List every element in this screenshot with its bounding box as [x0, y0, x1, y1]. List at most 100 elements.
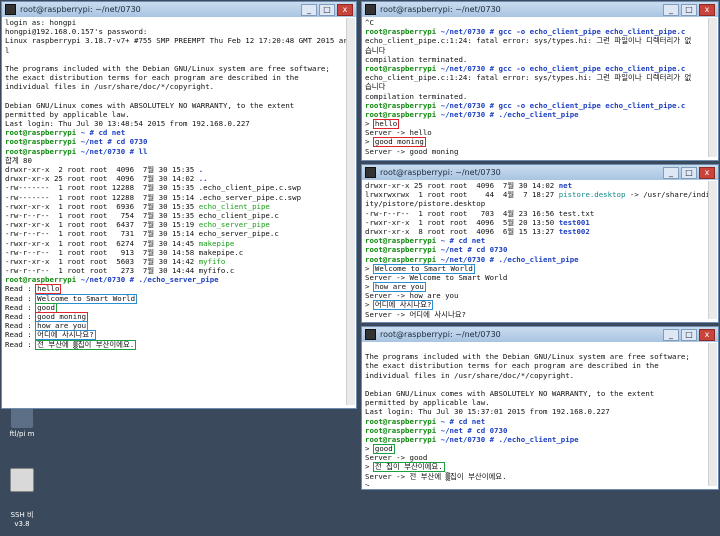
terminal-text: compilation terminated. — [365, 55, 467, 64]
terminal-text: 습니다 — [365, 82, 385, 91]
terminal-text: ~/net # cd 0730 — [76, 137, 147, 146]
terminal-text: l — [5, 46, 9, 55]
window-title: root@raspberrypi: ~/net/0730 — [380, 168, 663, 177]
terminal-line: Server -> how are you — [365, 291, 708, 300]
terminal-text: hongpi@192.168.0.157's password: — [5, 27, 147, 36]
terminal-line: root@raspberrypi ~ # cd net — [365, 236, 708, 245]
maximize-button[interactable]: □ — [681, 329, 697, 341]
maximize-button[interactable]: □ — [681, 4, 697, 16]
terminal-text: echo_client_pipe.c:1:24: fatal error: sy… — [365, 73, 691, 82]
window-titlebar[interactable]: root@raspberrypi: ~/net/0730 _ □ x — [362, 2, 718, 17]
vertical-scrollbar[interactable] — [346, 18, 355, 405]
highlighted-message: how are you — [36, 322, 87, 330]
terminal-text: Debian GNU/Linux comes with ABSOLUTELY N… — [365, 389, 654, 398]
terminal-text: test002 — [559, 227, 590, 236]
terminal-icon — [365, 4, 376, 15]
terminal-text: root@raspberrypi — [5, 147, 76, 156]
terminal-text: drwxr-xr-x 25 root root 4096 7월 30 14:02 — [5, 174, 199, 183]
minimize-button[interactable]: _ — [301, 4, 317, 16]
minimize-button[interactable]: _ — [663, 329, 679, 341]
desktop-icon-app[interactable]: ftl/pi m — [4, 406, 40, 438]
terminal-text: 습니다 — [365, 46, 385, 55]
highlighted-message: hello — [36, 285, 60, 293]
terminal-line: Linux raspberrypi 3.18.7-v7+ #755 SMP PR… — [5, 36, 346, 45]
terminal-text: Server -> how are you — [365, 291, 458, 300]
terminal-text: individual files in /usr/share/doc/*/cop… — [5, 82, 214, 91]
terminal-window-client-2[interactable]: root@raspberrypi: ~/net/0730 _ □ x drwxr… — [361, 164, 719, 323]
terminal-text: root@raspberrypi — [365, 435, 436, 444]
terminal-text: > — [365, 137, 374, 146]
terminal-text: drwxr-xr-x 2 root root 4096 7월 30 15:35 — [5, 165, 199, 174]
terminal-text: root@raspberrypi — [365, 255, 436, 264]
maximize-button[interactable]: □ — [681, 167, 697, 179]
terminal-text: 합계 80 — [5, 156, 32, 165]
highlighted-message: Welcome to Smart World — [374, 265, 474, 273]
highlighted-message: good moning — [36, 313, 87, 321]
minimize-button[interactable]: _ — [663, 167, 679, 179]
terminal-text: -rw------- 1 root root 12288 7월 30 15:14… — [5, 193, 301, 202]
window-titlebar[interactable]: root@raspberrypi: ~/net/0730 _ □ x — [362, 327, 718, 342]
terminal-line: Debian GNU/Linux comes with ABSOLUTELY N… — [5, 101, 346, 110]
terminal-line: individual files in /usr/share/doc/*/cop… — [365, 371, 708, 380]
terminal-output[interactable]: drwxr-xr-x 25 root root 4096 7월 30 14:02… — [365, 181, 708, 319]
terminal-line — [365, 380, 708, 389]
terminal-line — [365, 343, 708, 352]
terminal-output[interactable]: login as: hongpihongpi@192.168.0.157's p… — [5, 18, 346, 405]
terminal-line: echo_client_pipe.c:1:24: fatal error: sy… — [365, 36, 708, 45]
terminal-text: Read : — [5, 321, 36, 330]
terminal-line — [5, 55, 346, 64]
terminal-text: permitted by applicable law. — [365, 398, 490, 407]
minimize-button[interactable]: _ — [663, 4, 679, 16]
terminal-window-client-1[interactable]: root@raspberrypi: ~/net/0730 _ □ x ^Croo… — [361, 1, 719, 161]
terminal-line: drwxr-xr-x 8 root root 4096 6월 15 13:27 … — [365, 227, 708, 236]
terminal-window-server[interactable]: root@raspberrypi: ~/net/0730 _ □ x login… — [1, 1, 357, 409]
close-button[interactable]: x — [337, 4, 353, 16]
terminal-text: -rw-r--r-- 1 root root 913 7월 30 14:58 m… — [5, 248, 243, 257]
vertical-scrollbar[interactable] — [708, 18, 717, 157]
terminal-text: test001 — [559, 218, 590, 227]
terminal-icon — [365, 329, 376, 340]
terminal-text: > — [365, 282, 374, 291]
terminal-text: root@raspberrypi — [365, 110, 436, 119]
terminal-line: > how are you — [365, 282, 708, 291]
terminal-text: root@raspberrypi — [365, 64, 436, 73]
terminal-text: Server -> good moning — [365, 147, 458, 156]
desktop-icon-ssh[interactable]: SSH 비 v3.8 — [4, 452, 40, 536]
terminal-text: Server -> 어디에 사시나요? — [365, 310, 466, 319]
terminal-text: root@raspberrypi — [365, 426, 436, 435]
terminal-text: Linux raspberrypi 3.18.7-v7+ #755 SMP PR… — [5, 36, 346, 45]
terminal-text: the exact distribution terms for each pr… — [5, 73, 299, 82]
terminal-window-client-3[interactable]: root@raspberrypi: ~/net/0730 _ □ x The p… — [361, 326, 719, 490]
terminal-line: Read : hello — [5, 284, 346, 293]
terminal-line: Server -> good — [365, 453, 708, 462]
terminal-text: drwxr-xr-x 8 root root 4096 6월 15 13:27 — [365, 227, 559, 236]
terminal-text: -> /usr/share/indiec — [625, 190, 708, 199]
terminal-line: the exact distribution terms for each pr… — [5, 73, 346, 82]
terminal-text: Debian GNU/Linux comes with ABSOLUTELY N… — [5, 101, 294, 110]
close-button[interactable]: x — [699, 167, 715, 179]
window-titlebar[interactable]: root@raspberrypi: ~/net/0730 _ □ x — [362, 165, 718, 180]
vertical-scrollbar[interactable] — [708, 181, 717, 319]
close-button[interactable]: x — [699, 329, 715, 341]
close-button[interactable]: x — [699, 4, 715, 16]
terminal-text: > — [365, 119, 374, 128]
terminal-text: Read : — [5, 340, 36, 349]
terminal-output[interactable]: ^Croot@raspberrypi ~/net/0730 # gcc -o e… — [365, 18, 708, 157]
terminal-output[interactable]: The programs included with the Debian GN… — [365, 343, 708, 486]
maximize-button[interactable]: □ — [319, 4, 335, 16]
terminal-line: > 어디에 사시나요? — [365, 300, 708, 309]
terminal-text: ~/net/0730 # gcc -o echo_client_pipe ech… — [436, 64, 685, 73]
terminal-line: root@raspberrypi ~/net # cd 0730 — [365, 245, 708, 254]
terminal-text: Read : — [5, 312, 36, 321]
terminal-line: root@raspberrypi ~/net # cd 0730 — [365, 426, 708, 435]
terminal-line: permitted by applicable law. — [365, 398, 708, 407]
terminal-line: Server -> hello — [365, 128, 708, 137]
terminal-line: root@raspberrypi ~/net/0730 # ./echo_cli… — [365, 435, 708, 444]
window-titlebar[interactable]: root@raspberrypi: ~/net/0730 _ □ x — [2, 2, 356, 17]
terminal-text: -rw-r--r-- 1 root root 703 4월 23 16:56 t… — [365, 209, 594, 218]
terminal-text: -rw-r--r-- 1 root root 754 7월 30 15:35 e… — [5, 211, 279, 220]
terminal-line: drwxr-xr-x 2 root root 4096 7월 30 15:35 … — [5, 165, 346, 174]
vertical-scrollbar[interactable] — [708, 343, 717, 486]
terminal-line: -rw-r--r-- 1 root root 754 7월 30 15:35 e… — [5, 211, 346, 220]
terminal-line: > 전 집이 부산이에요. — [365, 462, 708, 471]
